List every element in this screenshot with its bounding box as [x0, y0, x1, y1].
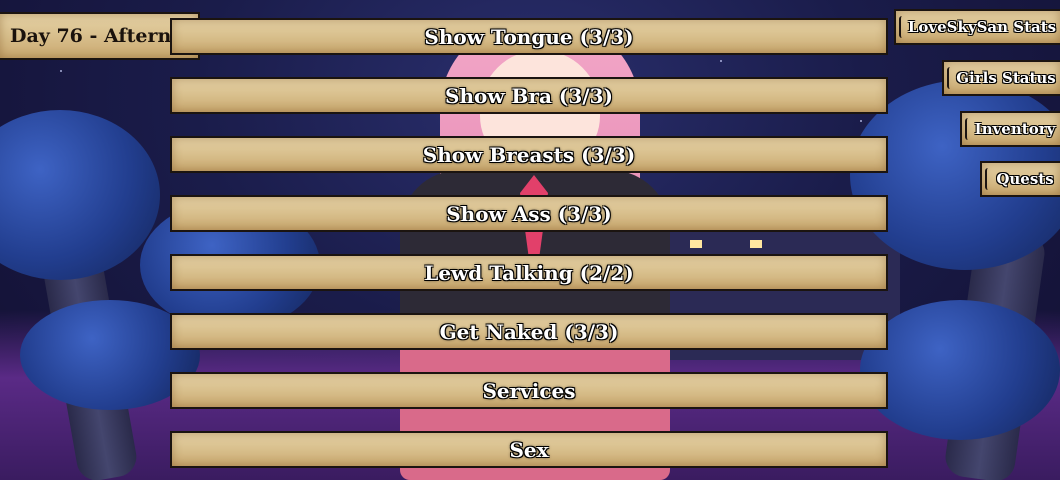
scroll-curl-icon [899, 16, 906, 38]
quests-button[interactable]: Quests [980, 161, 1060, 197]
choice-show-ass[interactable]: Show Ass (3/3) [170, 195, 888, 232]
choice-show-tongue[interactable]: Show Tongue (3/3) [170, 18, 888, 55]
choice-services[interactable]: Services [170, 372, 888, 409]
quests-label: Quests [996, 170, 1054, 188]
choice-label: Sex [509, 437, 549, 462]
choice-show-bra[interactable]: Show Bra (3/3) [170, 77, 888, 114]
inventory-button[interactable]: Inventory [960, 111, 1060, 147]
stats-label: LoveSkySan Stats [907, 18, 1057, 36]
choice-label: Show Bra (3/3) [445, 83, 613, 108]
tree-left [0, 110, 160, 280]
choice-show-breasts[interactable]: Show Breasts (3/3) [170, 136, 888, 173]
day-time-text: Day 76 - Afternoo [10, 25, 197, 47]
choice-label: Show Tongue (3/3) [424, 24, 634, 49]
girls-status-label: Girls Status [956, 69, 1056, 87]
choice-get-naked[interactable]: Get Naked (3/3) [170, 313, 888, 350]
choice-label: Services [482, 378, 576, 403]
inventory-label: Inventory [974, 120, 1056, 138]
girls-status-button[interactable]: Girls Status [942, 60, 1060, 96]
scroll-curl-icon [985, 168, 992, 190]
choice-label: Get Naked (3/3) [439, 319, 619, 344]
tree-right-low [860, 300, 1060, 440]
choice-label: Show Breasts (3/3) [422, 142, 636, 167]
scroll-curl-icon [947, 67, 954, 89]
choice-lewd-talking[interactable]: Lewd Talking (2/2) [170, 254, 888, 291]
choice-label: Show Ass (3/3) [446, 201, 612, 226]
scroll-curl-icon [965, 118, 972, 140]
choice-label: Lewd Talking (2/2) [424, 260, 634, 285]
choice-sex[interactable]: Sex [170, 431, 888, 468]
stats-button[interactable]: LoveSkySan Stats [894, 9, 1060, 45]
